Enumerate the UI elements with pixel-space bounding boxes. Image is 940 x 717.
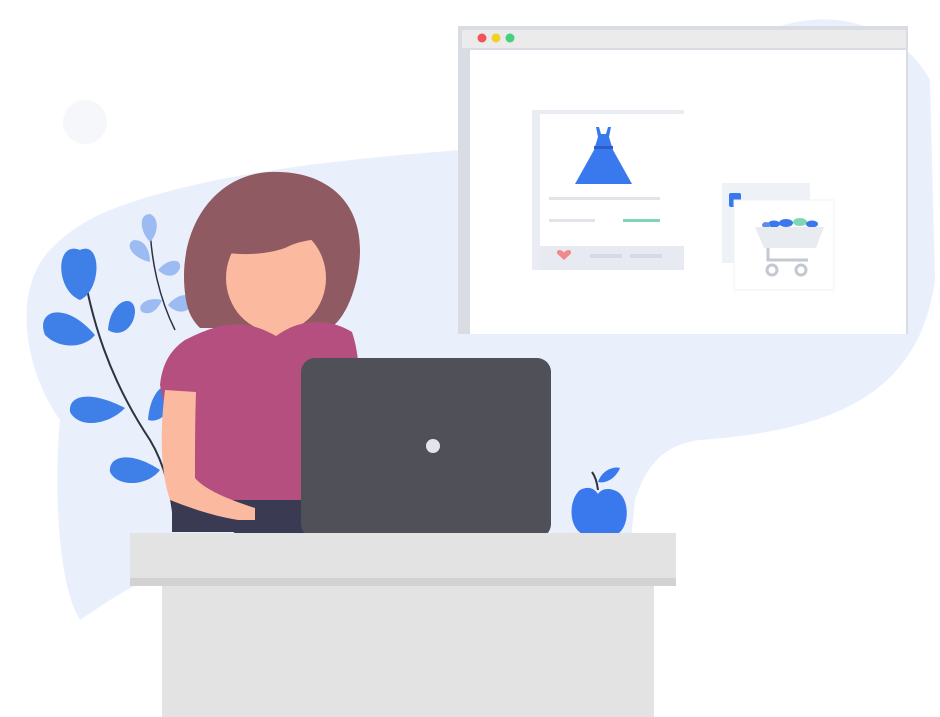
decorative-circle bbox=[63, 100, 107, 144]
minimize-dot-icon[interactable] bbox=[491, 33, 501, 43]
window-titlebar bbox=[462, 30, 906, 48]
product-desc-line bbox=[549, 219, 595, 222]
desk-top bbox=[130, 533, 676, 578]
laptop-lid bbox=[301, 358, 551, 538]
product-price-line bbox=[623, 219, 660, 222]
product-title-line bbox=[549, 197, 660, 200]
online-shopping-illustration bbox=[0, 0, 940, 717]
maximize-dot-icon[interactable] bbox=[505, 33, 515, 43]
close-dot-icon[interactable] bbox=[477, 33, 487, 43]
laptop bbox=[301, 358, 551, 538]
product-card[interactable] bbox=[532, 110, 684, 270]
illustration-canvas bbox=[26, 19, 935, 717]
desk-edge bbox=[130, 578, 676, 586]
browser-window bbox=[458, 26, 908, 334]
laptop-logo-icon bbox=[426, 439, 440, 453]
card-action-line bbox=[630, 254, 662, 258]
desk bbox=[130, 533, 676, 717]
desk-body bbox=[162, 586, 654, 717]
card-action-line bbox=[590, 254, 622, 258]
